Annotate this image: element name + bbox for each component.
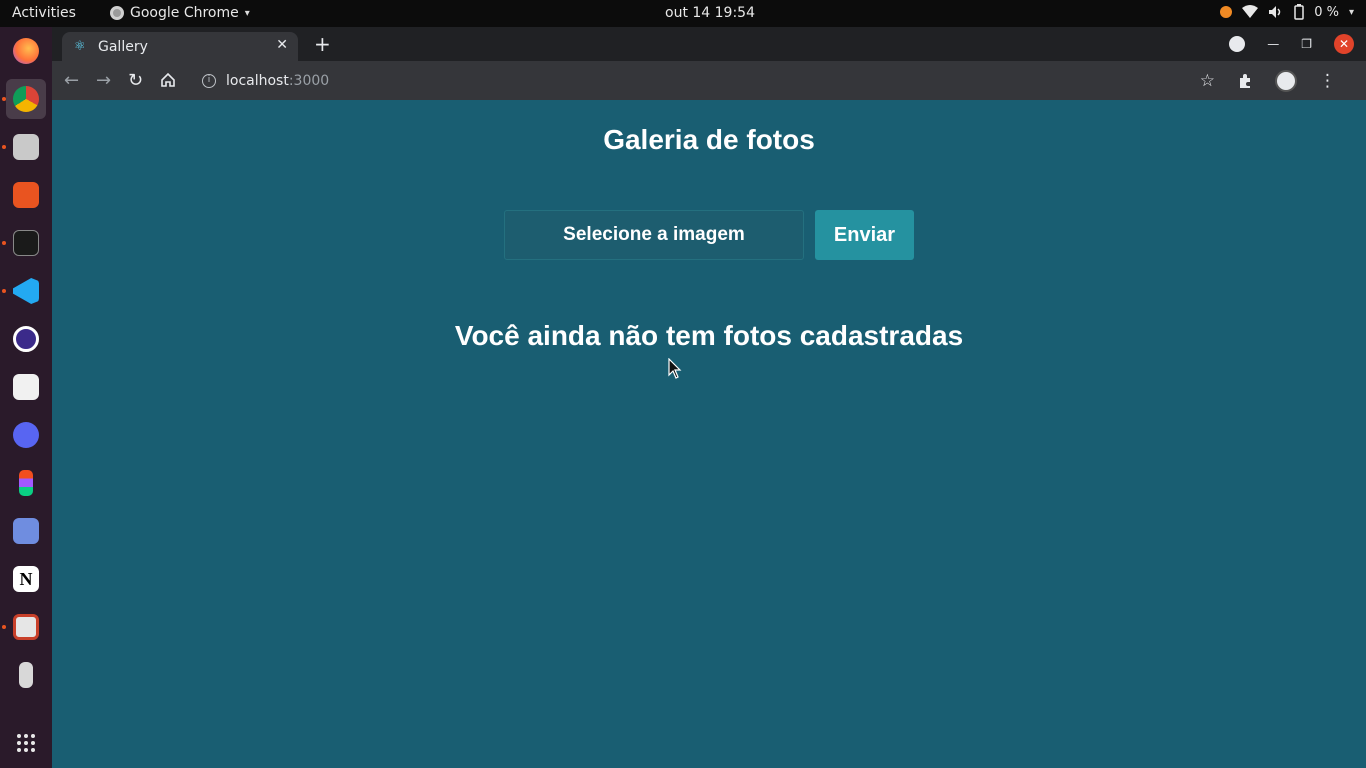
maximize-button[interactable]: ❐: [1301, 37, 1312, 51]
system-tray[interactable]: 0 % ▾: [1220, 4, 1354, 20]
eclipse-icon[interactable]: [6, 319, 46, 359]
running-indicator: [2, 145, 6, 149]
submit-button[interactable]: Enviar: [815, 210, 914, 260]
minimize-button[interactable]: —: [1267, 37, 1279, 51]
chrome-menu-icon[interactable]: ⋮: [1319, 71, 1336, 91]
firefox-icon[interactable]: [6, 31, 46, 71]
page-title: Galeria de fotos: [603, 124, 815, 155]
inkscape-icon[interactable]: [6, 367, 46, 407]
bookmark-star-icon[interactable]: ☆: [1200, 71, 1215, 91]
screenshot-icon[interactable]: [6, 511, 46, 551]
file-input[interactable]: Selecione a imagem: [504, 210, 804, 260]
dock: N: [0, 27, 52, 768]
browser-toolbar: ← → ↻ i localhost:3000 ☆ ⋮: [52, 61, 1366, 100]
battery-percent: 0 %: [1314, 4, 1339, 20]
figma-icon[interactable]: [6, 463, 46, 503]
back-button[interactable]: ←: [64, 70, 79, 91]
mouse-cursor-icon: [668, 358, 682, 379]
tab-title: Gallery: [98, 38, 148, 55]
wifi-icon: [1242, 5, 1259, 18]
running-indicator: [2, 97, 6, 101]
notion-icon[interactable]: N: [6, 559, 46, 599]
chevron-down-icon: ▾: [1348, 6, 1354, 18]
battery-icon: [1294, 4, 1304, 20]
terminal-icon[interactable]: [2, 223, 46, 263]
window-controls: — ❐ ✕: [1229, 34, 1354, 54]
notification-dot-icon: [1220, 6, 1233, 18]
file-input-label: Selecione a imagem: [563, 224, 745, 245]
grid-dots-icon: [17, 734, 35, 752]
browser-tab-strip: ⚛ Gallery ✕ + — ❐ ✕: [52, 27, 1366, 61]
url-host: localhost: [226, 72, 289, 89]
toolbar-actions: ☆ ⋮: [1200, 70, 1336, 92]
app-grid-icon[interactable]: [6, 723, 46, 763]
discord-icon[interactable]: [6, 415, 46, 455]
system-top-bar: Activities Google Chrome ▾ out 14 19:54 …: [0, 0, 1366, 27]
vscode-icon[interactable]: [2, 271, 46, 311]
clock[interactable]: out 14 19:54: [0, 5, 1366, 21]
empty-state-message: Você ainda não tem fotos cadastradas: [454, 320, 964, 351]
url-port: :3000: [288, 72, 330, 89]
react-favicon-icon: ⚛: [74, 38, 86, 54]
software-icon[interactable]: [6, 175, 46, 215]
volume-icon: [1269, 6, 1281, 18]
close-tab-icon[interactable]: ✕: [276, 37, 288, 53]
running-indicator: [2, 241, 6, 245]
usb-icon[interactable]: [6, 655, 46, 695]
running-indicator: [2, 289, 6, 293]
upload-form: Selecione a imagem Enviar: [504, 210, 914, 260]
profile-avatar[interactable]: [1275, 70, 1297, 92]
archive-icon[interactable]: [2, 607, 46, 647]
reload-button[interactable]: ↻: [128, 70, 143, 91]
page-content: Galeria de fotos Selecione a imagem Envi…: [52, 100, 1366, 768]
site-info-icon[interactable]: i: [202, 73, 216, 88]
chrome-icon[interactable]: [2, 79, 46, 119]
forward-button[interactable]: →: [96, 70, 111, 91]
home-icon[interactable]: [160, 72, 176, 88]
running-indicator: [2, 625, 6, 629]
files-icon[interactable]: [2, 127, 46, 167]
tab-gallery[interactable]: ⚛ Gallery ✕: [62, 32, 298, 61]
extensions-icon[interactable]: [1237, 73, 1253, 89]
close-window-button[interactable]: ✕: [1334, 34, 1354, 54]
new-tab-button[interactable]: +: [314, 32, 331, 56]
address-bar[interactable]: i localhost:3000: [190, 66, 1220, 95]
tab-search-icon[interactable]: [1229, 36, 1246, 52]
